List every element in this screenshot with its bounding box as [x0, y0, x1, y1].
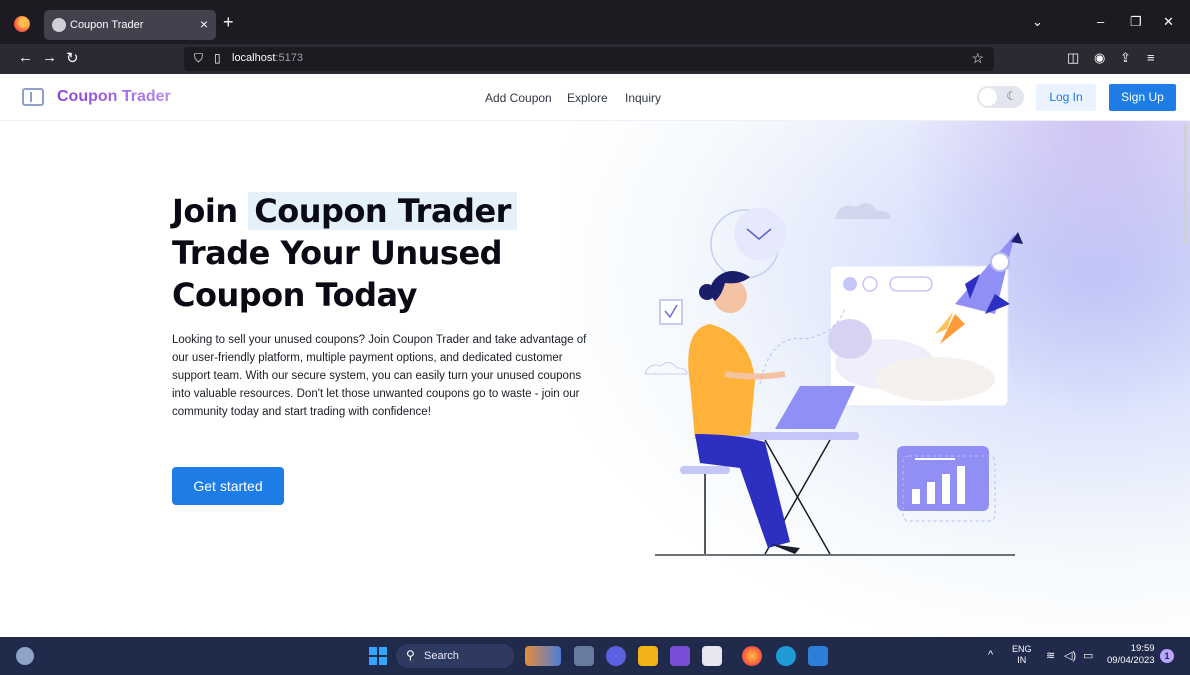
browser-tab-bar: Coupon Trader × + ⌄ – ❐ ✕ — [0, 0, 1190, 44]
site-header: Coupon Trader Add Coupon Explore Inquiry… — [0, 74, 1190, 121]
task-view-icon[interactable] — [574, 646, 594, 666]
cloud-small-icon — [644, 362, 688, 375]
forward-icon[interactable]: → — [42, 49, 57, 66]
toggle-knob — [979, 88, 997, 106]
wifi-icon[interactable]: ≋ — [1046, 649, 1055, 662]
tab-close-icon[interactable]: × — [200, 16, 208, 32]
cloud-icon — [835, 202, 891, 219]
close-window-icon[interactable]: ✕ — [1163, 14, 1174, 30]
nav-add-coupon[interactable]: Add Coupon — [485, 91, 552, 105]
nav-inquiry[interactable]: Inquiry — [625, 91, 661, 105]
windows-taskbar: ⚲ Search ^ ENG IN ≋ ◁) ▭ 19:59 09/04/202… — [0, 637, 1190, 675]
clock-date: 09/04/2023 — [1107, 655, 1155, 666]
bar-chart-icon — [897, 446, 996, 522]
tray-chevron-icon[interactable]: ^ — [988, 649, 993, 661]
battery-icon[interactable]: ▭ — [1083, 649, 1093, 662]
signup-button[interactable]: Sign Up — [1109, 84, 1176, 111]
restore-icon[interactable]: ❐ — [1130, 14, 1142, 30]
tab-favicon-icon — [52, 18, 66, 32]
theme-toggle[interactable]: ☾ — [977, 86, 1024, 108]
hero-illustration — [644, 202, 1023, 556]
hero-title-highlight: Coupon Trader — [248, 192, 517, 230]
clock-time: 19:59 — [1130, 643, 1155, 654]
page-scrollbar[interactable] — [1184, 124, 1187, 244]
chat-icon[interactable] — [606, 646, 626, 666]
file-explorer-icon[interactable] — [638, 646, 658, 666]
app-icon[interactable] — [670, 646, 690, 666]
moon-icon: ☾ — [1006, 89, 1017, 103]
language-indicator[interactable]: ENG IN — [1012, 644, 1032, 666]
taskbar-search-label: Search — [424, 650, 459, 662]
back-icon[interactable]: ← — [18, 49, 33, 66]
hero-description: Looking to sell your unused coupons? Joi… — [172, 334, 587, 418]
bookmark-star-icon[interactable]: ☆ — [971, 50, 984, 67]
windows-start-icon[interactable] — [369, 647, 387, 665]
vscode-icon[interactable] — [808, 646, 828, 666]
login-button[interactable]: Log In — [1036, 84, 1096, 111]
volume-icon[interactable]: ◁) — [1064, 649, 1076, 662]
tab-title: Coupon Trader — [70, 19, 144, 31]
edge-icon[interactable] — [776, 646, 796, 666]
taskbar-search[interactable]: ⚲ Search — [396, 644, 514, 668]
hero-title-line3: Coupon Today — [172, 276, 418, 314]
hero-title: Join Coupon Trader Trade Your Unused Cou… — [172, 190, 592, 316]
checkbox-icon — [659, 299, 683, 325]
minimize-icon[interactable]: – — [1097, 14, 1104, 29]
url-text[interactable]: localhost:5173 — [232, 52, 303, 64]
firefox-taskbar-icon[interactable] — [742, 646, 762, 666]
page-info-icon[interactable]: ▯ — [214, 51, 221, 65]
coupon-ticket-icon[interactable] — [22, 88, 44, 106]
menu-icon[interactable]: ≡ — [1147, 50, 1155, 65]
clock-circle-icon — [710, 208, 786, 279]
get-started-button[interactable]: Get started — [172, 467, 284, 505]
notification-badge[interactable]: 1 — [1160, 649, 1174, 663]
lang-region: IN — [1017, 655, 1027, 665]
account-icon[interactable]: ◉ — [1094, 50, 1105, 66]
system-clock[interactable]: 19:59 09/04/2023 — [1107, 643, 1155, 667]
hero-title-line2: Trade Your Unused — [172, 234, 503, 272]
brand-logo-text[interactable]: Coupon Trader — [57, 88, 171, 106]
url-bar[interactable]: ⛉ ▯ localhost:5173 ☆ — [184, 47, 994, 71]
pocket-icon[interactable]: ◫ — [1067, 50, 1079, 66]
extensions-icon[interactable]: ⇪ — [1120, 50, 1131, 66]
tab-list-chevron-icon[interactable]: ⌄ — [1032, 14, 1043, 30]
shield-icon[interactable]: ⛉ — [194, 51, 203, 66]
hero-title-prefix: Join — [172, 192, 238, 230]
weather-widget-icon[interactable] — [16, 647, 34, 665]
reload-icon[interactable]: ↻ — [66, 49, 79, 67]
search-icon: ⚲ — [406, 648, 415, 662]
new-tab-icon[interactable]: + — [223, 12, 234, 33]
web-page: Coupon Trader Add Coupon Explore Inquiry… — [0, 74, 1190, 637]
search-highlight-icon[interactable] — [525, 646, 561, 666]
browser-toolbar: ← → ↻ ⛉ ▯ localhost:5173 ☆ ◫ ◉ ⇪ ≡ — [0, 44, 1190, 74]
nav-explore[interactable]: Explore — [567, 91, 608, 105]
lang-code: ENG — [1012, 644, 1032, 654]
firefox-icon[interactable] — [14, 16, 30, 32]
calendar-app-icon[interactable] — [702, 646, 722, 666]
browser-tab[interactable]: Coupon Trader × — [44, 10, 216, 40]
